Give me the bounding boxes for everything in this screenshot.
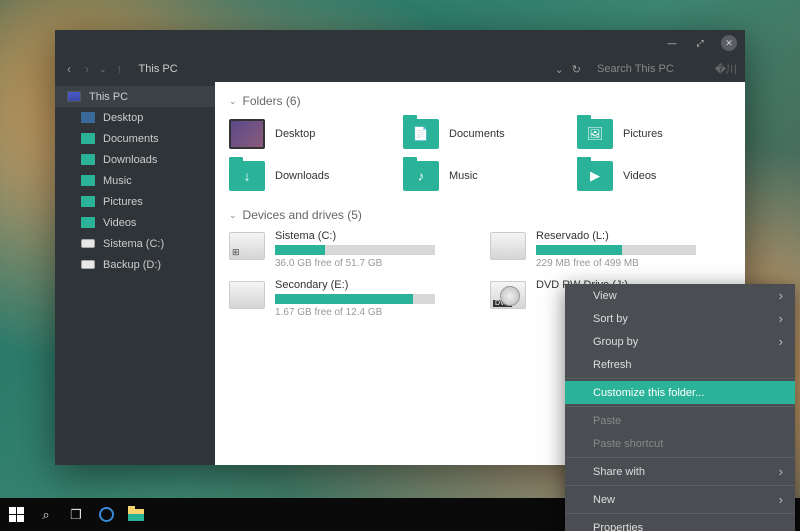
back-button[interactable]: ‹ [63,62,75,76]
drive-reservado-l[interactable]: Reservado (L:)229 MB free of 499 MB [490,230,731,269]
ctx-customize-folder[interactable]: Customize this folder... [565,381,795,404]
usage-bar [536,245,696,255]
ctx-share-with[interactable]: Share with [565,460,795,483]
address-bar: ‹ › ⌄ ↑ This PC ⌄ ↻ Search This PC �川 [55,56,745,82]
ctx-refresh[interactable]: Refresh [565,353,795,376]
folder-icon: ♪ [403,161,439,191]
folder-icon [81,154,95,165]
breadcrumb[interactable]: This PC [133,63,184,75]
sidebar-item-pictures[interactable]: Pictures [55,191,215,212]
refresh-button[interactable]: ↻ [572,63,581,76]
usage-bar [275,245,435,255]
drive-icon [229,281,265,309]
desktop-icon [81,112,95,123]
folder-icon [81,196,95,207]
folder-downloads[interactable]: ↓Downloads [229,158,383,194]
music-icon [81,175,95,186]
drive-icon [81,239,95,248]
usage-bar [275,294,435,304]
task-view-button[interactable]: ❐ [68,507,84,523]
ctx-properties[interactable]: Properties [565,516,795,531]
folder-pictures[interactable]: 🖼Pictures [577,116,731,152]
drives-section-header[interactable]: ⌄Devices and drives (5) [229,208,731,222]
folder-desktop[interactable]: Desktop [229,116,383,152]
separator [565,378,795,379]
sidebar-item-backup-d[interactable]: Backup (D:) [55,254,215,275]
desktop-icon [229,119,265,149]
drive-icon [490,232,526,260]
separator [565,457,795,458]
folder-icon [81,217,95,228]
search-icon: �川 [715,61,737,77]
titlebar: — ⤢ ✕ [55,30,745,56]
ctx-view[interactable]: View [565,284,795,307]
sidebar-item-desktop[interactable]: Desktop [55,107,215,128]
folder-icon: ↓ [229,161,265,191]
ctx-sort-by[interactable]: Sort by [565,307,795,330]
folder-icon: ▶ [577,161,613,191]
search-placeholder: Search This PC [597,63,674,75]
sidebar-item-documents[interactable]: Documents [55,128,215,149]
sidebar-item-videos[interactable]: Videos [55,212,215,233]
forward-button[interactable]: › [81,62,93,76]
dropdown-icon[interactable]: ⌄ [555,63,564,76]
ctx-paste-shortcut[interactable]: Paste shortcut [565,432,795,455]
edge-icon[interactable] [98,507,114,523]
sidebar-item-downloads[interactable]: Downloads [55,149,215,170]
folder-music[interactable]: ♪Music [403,158,557,194]
ctx-paste[interactable]: Paste [565,409,795,432]
ctx-new[interactable]: New [565,488,795,511]
folder-icon: 🖼 [577,119,613,149]
close-button[interactable]: ✕ [721,35,737,51]
dvd-icon: DVD [490,281,526,309]
maximize-button[interactable]: ⤢ [693,36,707,50]
search-button[interactable]: ⌕ [38,507,54,523]
sidebar-item-sistema-c[interactable]: Sistema (C:) [55,233,215,254]
sidebar: This PC Desktop Documents Downloads Musi… [55,82,215,465]
sidebar-item-music[interactable]: Music [55,170,215,191]
folder-documents[interactable]: 📄Documents [403,116,557,152]
folders-grid: Desktop 📄Documents 🖼Pictures ↓Downloads … [229,116,731,194]
monitor-icon [67,91,81,102]
ctx-group-by[interactable]: Group by [565,330,795,353]
chevron-down-icon: ⌄ [229,210,237,221]
folders-section-header[interactable]: ⌄Folders (6) [229,94,731,108]
start-button[interactable] [8,507,24,523]
drive-icon [81,260,95,269]
drive-secondary-e[interactable]: Secondary (E:)1.67 GB free of 12.4 GB [229,279,470,318]
context-menu: View Sort by Group by Refresh Customize … [565,284,795,531]
minimize-button[interactable]: — [665,36,679,50]
separator [565,485,795,486]
folder-icon [81,133,95,144]
folder-icon: 📄 [403,119,439,149]
folder-videos[interactable]: ▶Videos [577,158,731,194]
history-chevron-icon[interactable]: ⌄ [99,64,107,75]
separator [565,406,795,407]
sidebar-item-this-pc[interactable]: This PC [55,86,215,107]
up-button[interactable]: ↑ [113,62,127,76]
chevron-down-icon: ⌄ [229,96,237,107]
drive-sistema-c[interactable]: ⊞ Sistema (C:)36.0 GB free of 51.7 GB [229,230,470,269]
search-input[interactable]: Search This PC �川 [597,61,737,77]
drive-icon: ⊞ [229,232,265,260]
explorer-taskbar-icon[interactable] [128,507,144,523]
separator [565,513,795,514]
